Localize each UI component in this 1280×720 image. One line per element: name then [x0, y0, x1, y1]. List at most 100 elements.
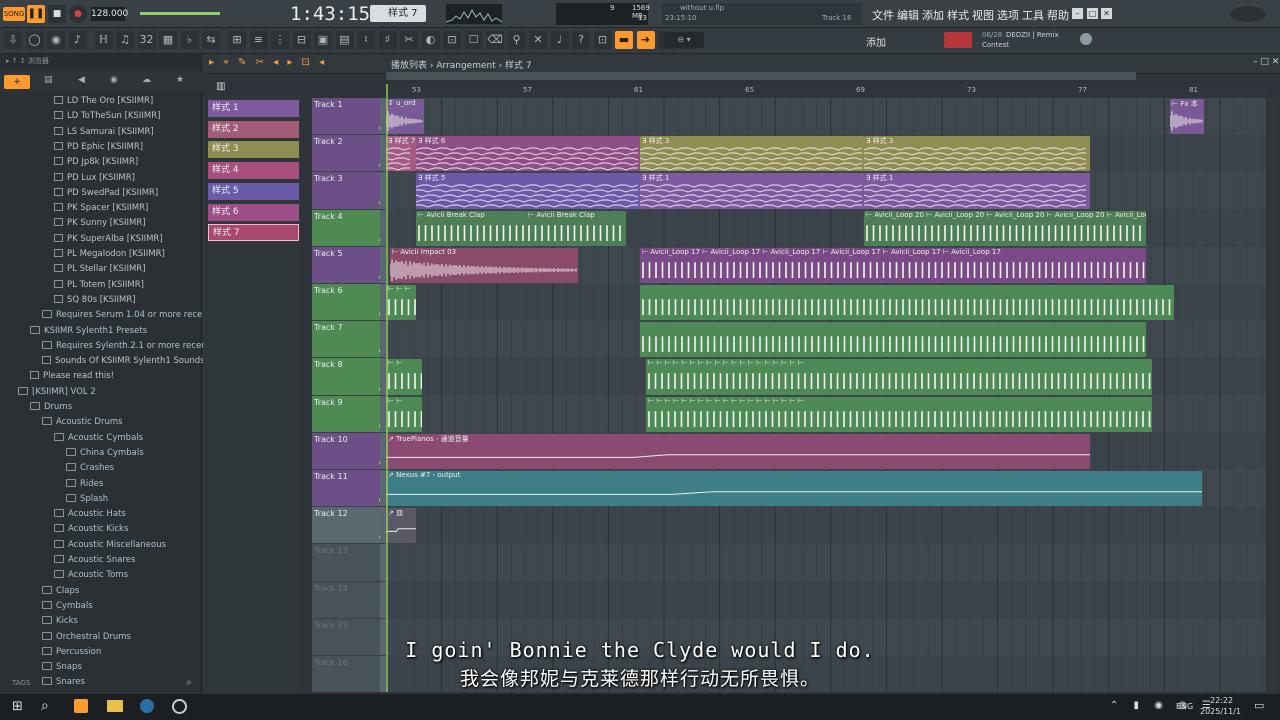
browser-item[interactable]: LD ToTheSun [KSIIMR]: [54, 109, 202, 123]
toolbar-tool-icon[interactable]: ◯: [25, 31, 44, 49]
taskbar-date[interactable]: 2025/11/1: [1200, 707, 1241, 716]
toolbar-tool-icon[interactable]: ◐: [421, 31, 440, 49]
browser-item[interactable]: Splash: [66, 492, 202, 506]
toolbar-tool-icon[interactable]: ✂: [400, 31, 418, 49]
track-header[interactable]: Track 4: [312, 209, 386, 246]
track-header[interactable]: Track 10: [312, 432, 386, 469]
toolbar-add-label[interactable]: 添加: [866, 34, 886, 49]
toolbar-tool-icon[interactable]: ?: [572, 31, 590, 49]
playlist-clip[interactable]: ⊢ ⊢: [386, 396, 422, 432]
playlist-clip[interactable]: ∃ 样式 3: [864, 136, 1090, 172]
playlist-tools-icons[interactable]: ▸ ⌖ ✎ ✂ ◂ ▸ ⊡ ◂: [209, 57, 327, 68]
browser-item[interactable]: Cymbals: [42, 599, 202, 613]
snap-selector[interactable]: ⊖ ▾: [664, 32, 704, 48]
toolbar-tool-icon[interactable]: ⊟: [292, 31, 311, 49]
playlist-breadcrumb[interactable]: 播放列表 › Arrangement › 样式 7: [391, 58, 532, 71]
pattern-item[interactable]: 样式 7: [208, 224, 299, 242]
browser-item[interactable]: Acoustic Hats: [54, 507, 202, 521]
playlist-clip[interactable]: ↕ u_ord: [386, 99, 424, 135]
browser-item[interactable]: PD SwedPad [KSIIMR]: [54, 186, 202, 200]
browser-item[interactable]: Acoustic Cymbals: [54, 431, 202, 445]
minimize-button[interactable]: –: [1072, 8, 1083, 19]
record-tool-icon[interactable]: [944, 32, 972, 48]
file-explorer-icon[interactable]: [107, 700, 123, 712]
browser-item[interactable]: KSIIMR Sylenth1 Presets: [30, 324, 202, 338]
toolbar-tool-icon[interactable]: ◉: [47, 31, 65, 49]
browser-item[interactable]: Drums: [30, 400, 202, 414]
track-header[interactable]: Track 3: [312, 172, 386, 209]
playlist-clip[interactable]: ∃ 样式 3: [640, 136, 864, 172]
stop-button[interactable]: ■: [48, 5, 66, 23]
track-header[interactable]: Track 14: [312, 581, 386, 618]
browser-item[interactable]: Crashes: [66, 461, 202, 475]
playlist-clip[interactable]: ⊢ ⊢: [386, 359, 422, 395]
close-button[interactable]: ✕: [1101, 8, 1112, 19]
obs-icon[interactable]: [172, 699, 187, 714]
toolbar-tool-icon[interactable]: ⇆: [202, 31, 220, 49]
browser-item[interactable]: Please read this!: [30, 369, 202, 383]
toolbar-tool-icon[interactable]: ▬: [615, 31, 633, 49]
playhead[interactable]: [386, 84, 388, 692]
browser-item[interactable]: Acoustic Snares: [54, 553, 202, 567]
browser-item[interactable]: PD Lux [KSIIMR]: [54, 171, 202, 185]
pattern-selector[interactable]: 样式 7: [370, 5, 426, 22]
browser-item[interactable]: China Cymbals: [66, 446, 202, 460]
browser-item[interactable]: Sounds Of KSIIMR Sylenth1 Soundset: [42, 354, 213, 368]
pattern-picker-icon[interactable]: ▥: [216, 81, 225, 92]
track-header[interactable]: Track 5: [312, 246, 386, 283]
browser-item[interactable]: PK Spacer [KSIIMR]: [54, 201, 202, 215]
timeline-ruler[interactable]: 535761656973778185: [386, 84, 1266, 98]
browser-item[interactable]: Requires Sylenth.2.1 or more recent: [42, 339, 210, 353]
toolbar-tool-icon[interactable]: ⇩: [4, 31, 22, 49]
playlist-clip[interactable]: ∃ 样式 7: [386, 136, 416, 172]
browser-item[interactable]: PK Sunny [KSIIMR]: [54, 216, 202, 230]
steam-icon[interactable]: [140, 699, 154, 713]
menu-item-3[interactable]: 样式: [947, 7, 969, 23]
toolbar-tool-icon[interactable]: ⋮: [271, 31, 289, 49]
menu-item-7[interactable]: 帮助: [1047, 7, 1069, 23]
track-header[interactable]: Track 6: [312, 284, 386, 321]
playlist-clip[interactable]: ⊢ ⊢ ⊢ ⊢ ⊢ ⊢ ⊢ ⊢ ⊢ ⊢ ⊢ ⊢ ⊢ ⊢ ⊢ ⊢ ⊢ ⊢ ⊢: [646, 396, 1152, 432]
toolbar-tool-icon[interactable]: ☐: [464, 31, 483, 49]
browser-item[interactable]: Acoustic Kicks: [54, 522, 202, 536]
track-header[interactable]: Track 1: [312, 98, 386, 135]
browser-item[interactable]: PK SuperAlba [KSIIMR]: [54, 232, 202, 246]
toolbar-tool-icon[interactable]: ⊞: [228, 31, 246, 49]
playlist-clip[interactable]: ⊢ ⊢ ⊢: [386, 285, 416, 321]
toolbar-tool-icon[interactable]: ℍ: [94, 31, 113, 49]
browser-item[interactable]: PL Stellar [KSIIMR]: [54, 262, 202, 276]
start-button-icon[interactable]: ⊞: [12, 699, 23, 714]
playlist-clip[interactable]: ∃ 样式 6: [416, 136, 640, 172]
track-header[interactable]: Track 11: [312, 470, 386, 507]
playlist-clip[interactable]: ⊢ Avicii Break Clap: [526, 210, 626, 246]
browser-tab-speaker-icon[interactable]: ◀: [78, 75, 85, 85]
playlist-clip[interactable]: [640, 322, 1146, 358]
pattern-item[interactable]: 样式 3: [208, 141, 299, 159]
maximize-button[interactable]: □: [1087, 8, 1098, 19]
menu-item-0[interactable]: 文件: [872, 7, 894, 23]
playlist-clip[interactable]: [640, 285, 1174, 321]
taskbar-time[interactable]: 22:22: [1210, 696, 1233, 705]
browser-item[interactable]: Claps: [42, 584, 202, 598]
toolbar-tool-icon[interactable]: 32: [137, 31, 156, 49]
fl-logo[interactable]: SONG: [3, 7, 25, 21]
toolbar-tool-icon[interactable]: ▦: [159, 31, 177, 49]
browser-item[interactable]: Acoustic Miscellaneous: [54, 538, 202, 552]
playlist-clip[interactable]: ∃ 样式 1: [640, 173, 864, 209]
toolbar-tool-icon[interactable]: ⊡: [443, 31, 461, 49]
record-button[interactable]: ●: [69, 5, 87, 23]
playlist-clip[interactable]: ∃ 样式 1: [864, 173, 1090, 209]
toolbar-tool-icon[interactable]: ♭: [180, 31, 199, 49]
toolbar-tool-icon[interactable]: ♫: [116, 31, 134, 49]
pattern-item[interactable]: 样式 6: [208, 203, 299, 221]
news-panel[interactable]: 06/28 DEDZII | Remix Contest: [980, 30, 1098, 51]
playlist-clip[interactable]: ⊢ ⊢ ⊢ ⊢ ⊢ ⊢ ⊢ ⊢ ⊢ ⊢ ⊢ ⊢ ⊢ ⊢ ⊢ ⊢ ⊢ ⊢ ⊢: [646, 359, 1152, 395]
browser-item[interactable]: PD Jp8k [KSIIMR]: [54, 155, 202, 169]
toolbar-tool-icon[interactable]: ⚲: [507, 31, 526, 49]
track-header[interactable]: Track 8: [312, 358, 386, 395]
toolbar-tool-icon[interactable]: ✕: [529, 31, 547, 49]
playlist-clip[interactable]: ⊢ Avicii_Loop 20 ⊢ Avicii_Loop 20 ⊢ Avic…: [864, 210, 1146, 246]
playlist-clip[interactable]: ⊢ Avicii Break Clap: [416, 210, 526, 246]
pattern-item[interactable]: 样式 4: [208, 162, 299, 180]
track-header[interactable]: Track 13: [312, 544, 386, 581]
